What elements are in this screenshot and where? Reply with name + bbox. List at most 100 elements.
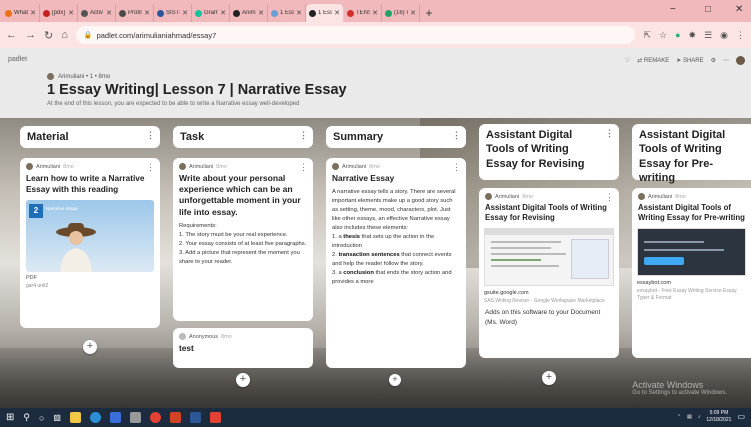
tab-close-icon[interactable]: ✕ xyxy=(410,9,416,17)
tab-close-icon[interactable]: ✕ xyxy=(106,9,112,17)
more-icon[interactable]: ⋮ xyxy=(299,162,308,173)
thumbnail-text: Narrative Essay xyxy=(46,205,78,211)
more-icon[interactable]: ⋯ xyxy=(723,57,729,64)
minimize-button[interactable]: − xyxy=(670,4,676,15)
more-icon[interactable]: ⋮ xyxy=(605,128,614,140)
tab-close-icon[interactable]: ✕ xyxy=(182,9,188,17)
post-card-summary[interactable]: Arimuliani 8mo ⋮ Narrative Essay A narra… xyxy=(326,158,466,368)
padlet-logo[interactable]: padlet xyxy=(8,56,27,63)
cortana-icon[interactable]: ○ xyxy=(39,413,44,423)
column-header-task[interactable]: Task ⋮ xyxy=(173,126,313,148)
browser-tab[interactable]: 1 Essa✕ xyxy=(306,4,344,22)
preview-panel xyxy=(571,239,609,280)
clock[interactable]: 5:09 PM 12/18/2021 xyxy=(706,410,731,423)
padlet-header: padlet Arimuliani • 1 • 8mo 1 Essay Writ… xyxy=(0,48,751,118)
puzzle-icon[interactable]: ✸ xyxy=(689,30,697,41)
add-post-button[interactable]: + xyxy=(236,373,250,387)
requirement-item: 3. Add a picture that represent the mome… xyxy=(179,249,300,265)
post-card-task[interactable]: Arimuliani 8mo ⋮ Write about your person… xyxy=(173,158,313,321)
tray-arrow-icon[interactable]: ⌃ xyxy=(677,414,681,420)
link-preview-image[interactable] xyxy=(484,228,614,287)
chrome-icon[interactable] xyxy=(149,412,161,423)
user-avatar[interactable] xyxy=(736,56,745,65)
task-view-icon[interactable]: ▧ xyxy=(53,413,61,422)
tab-close-icon[interactable]: ✕ xyxy=(68,9,74,17)
browser-tab[interactable]: Gram ✕ xyxy=(192,4,230,22)
network-icon[interactable]: ▤ xyxy=(687,414,692,420)
reading-list-icon[interactable]: ☰ xyxy=(704,30,712,41)
share-button[interactable]: ➤ SHARE xyxy=(676,57,703,64)
word-icon[interactable] xyxy=(189,412,201,423)
search-icon[interactable]: ⚲ xyxy=(23,412,30,423)
tab-close-icon[interactable]: ✕ xyxy=(144,9,150,17)
more-icon[interactable]: ⋮ xyxy=(146,162,155,173)
tab-close-icon[interactable]: ✕ xyxy=(258,9,264,17)
column-header-prewriting[interactable]: Assistant Digital Tools of Writing Essay… xyxy=(632,124,751,184)
back-icon[interactable]: ← xyxy=(6,29,17,41)
remake-button[interactable]: ⇄ REMAKE xyxy=(637,57,669,64)
link-preview-image[interactable] xyxy=(637,228,746,277)
home-icon[interactable]: ⌂ xyxy=(61,29,68,41)
menu-icon[interactable]: ⋮ xyxy=(736,30,745,41)
browser-tab[interactable]: 1 Essa✕ xyxy=(268,4,306,22)
post-card-revising[interactable]: Arimuliani 8mo ⋮ Assistant Digital Tools… xyxy=(479,188,619,358)
browser-tab[interactable]: Activ ✕ xyxy=(78,4,116,22)
store-icon[interactable] xyxy=(109,412,121,423)
browser-tab[interactable]: [pdx] ✕ xyxy=(40,4,78,22)
column-header-revising[interactable]: Assistant Digital Tools of Writing Essay… xyxy=(479,124,619,180)
pdf-thumbnail[interactable]: 2 Narrative Essay xyxy=(26,199,154,272)
app-icon[interactable] xyxy=(129,412,141,423)
file-explorer-icon[interactable] xyxy=(69,412,81,423)
more-icon[interactable]: ⋮ xyxy=(452,130,461,141)
address-bar[interactable]: 🔒 padlet.com/arimulianiahmad/essay7 xyxy=(75,26,636,44)
post-card-material[interactable]: Arimuliani 8mo ⋮ Learn how to write a Na… xyxy=(20,158,160,328)
column-header-summary[interactable]: Summary ⋮ xyxy=(326,126,466,148)
browser-tab[interactable]: Profil ✕ xyxy=(116,4,154,22)
more-icon[interactable]: ⋮ xyxy=(299,130,308,141)
heart-icon[interactable]: ♡ xyxy=(625,57,630,64)
system-tray: ⌃ ▤ ♪ 5:09 PM 12/18/2021 ▭ xyxy=(677,410,745,423)
tab-close-icon[interactable]: ✕ xyxy=(220,9,226,17)
notifications-icon[interactable]: ▭ xyxy=(737,412,745,421)
reload-icon[interactable]: ↻ xyxy=(44,29,53,42)
add-post-button[interactable]: + xyxy=(83,340,97,354)
activate-windows-watermark: Activate Windows Go to Settings to activ… xyxy=(632,380,727,396)
column-header-material[interactable]: Material ⋮ xyxy=(20,126,160,148)
add-post-button[interactable]: + xyxy=(542,371,556,385)
maximize-button[interactable]: □ xyxy=(705,4,711,15)
bookmark-star-icon[interactable]: ☆ xyxy=(659,30,667,41)
tab-close-icon[interactable]: ✕ xyxy=(334,9,340,17)
extension-icon[interactable]: ● xyxy=(675,30,680,41)
tab-close-icon[interactable]: ✕ xyxy=(372,9,378,17)
new-tab-button[interactable]: + xyxy=(420,4,438,22)
more-icon[interactable]: ⋮ xyxy=(452,162,461,173)
more-icon[interactable]: ⋮ xyxy=(146,130,155,141)
volume-icon[interactable]: ♪ xyxy=(698,414,701,420)
preview-line xyxy=(491,241,561,244)
post-card-test[interactable]: Anonymous 8mo test xyxy=(173,328,313,368)
watermark-subtitle: Go to Settings to activate Windows. xyxy=(632,390,727,396)
browser-tab[interactable]: (16) W✕ xyxy=(382,4,420,22)
share-page-icon[interactable]: ⇱ xyxy=(643,30,651,41)
windows-start-icon[interactable]: ⊞ xyxy=(6,412,14,423)
more-icon[interactable]: ⋮ xyxy=(605,192,614,203)
close-window-button[interactable]: ✕ xyxy=(735,4,743,15)
powerpoint-icon[interactable] xyxy=(169,412,181,423)
browser-tab[interactable]: Anim ✕ xyxy=(230,4,268,22)
profile-icon[interactable]: ◉ xyxy=(720,30,728,41)
tab-close-icon[interactable]: ✕ xyxy=(296,9,302,17)
browser-tab[interactable]: SISTE✕ xyxy=(154,4,192,22)
preview-line xyxy=(491,253,566,256)
column-title: Task xyxy=(180,131,205,143)
browser-tab[interactable]: TENS✕ xyxy=(344,4,382,22)
browser-tab[interactable]: What: ✕ xyxy=(2,4,40,22)
add-post-button[interactable]: + xyxy=(389,374,401,386)
post-card-prewriting[interactable]: Arimuliani 8mo Assistant Digital Tools o… xyxy=(632,188,751,358)
edge-icon[interactable] xyxy=(89,412,101,423)
app-icon[interactable] xyxy=(209,412,221,423)
tab-close-icon[interactable]: ✕ xyxy=(30,9,36,17)
tab-favicon-icon xyxy=(347,9,354,17)
settings-icon[interactable]: ⚙ xyxy=(711,57,716,64)
forward-icon[interactable]: → xyxy=(25,29,36,41)
tab-favicon-icon xyxy=(195,9,202,17)
